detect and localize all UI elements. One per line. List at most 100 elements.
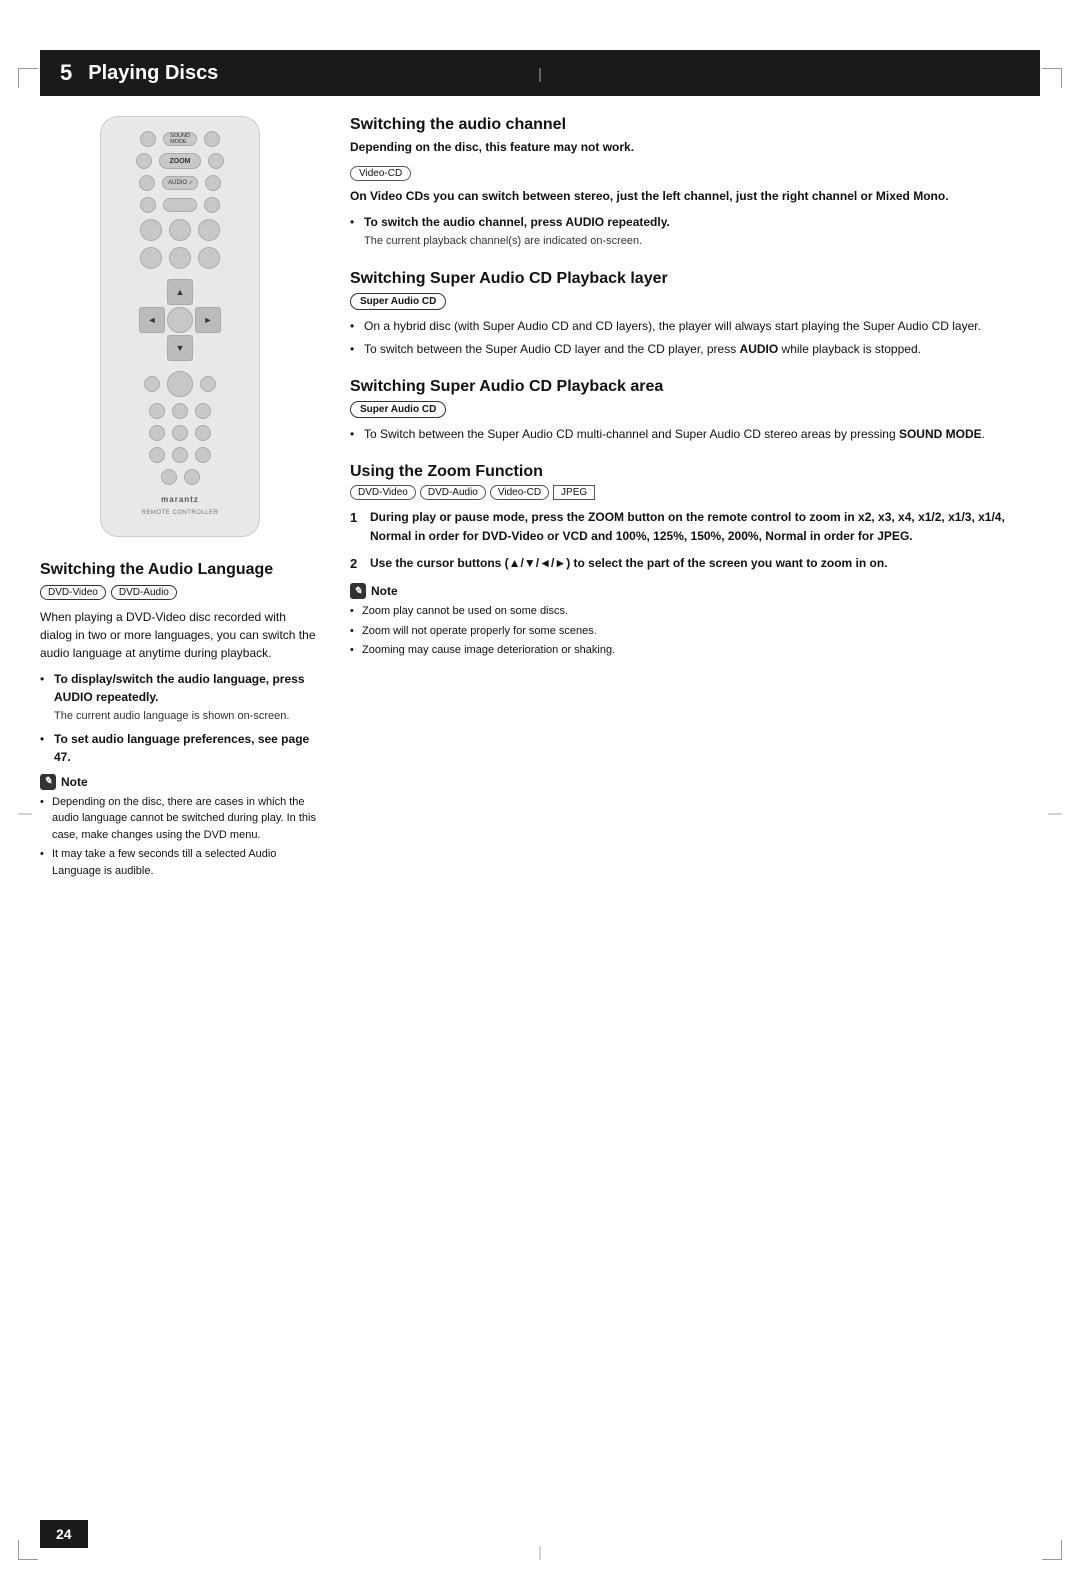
- page-number: 24: [40, 1520, 88, 1548]
- crosshair-bottom: [540, 1546, 541, 1560]
- corner-mark-tr: [1042, 68, 1062, 88]
- remote-btn: [204, 197, 220, 213]
- zoom-btn: ZOOM: [159, 153, 201, 169]
- zoom-note-items: Zoom play cannot be used on some discs. …: [350, 603, 1040, 659]
- audio-language-title: Switching the Audio Language: [40, 561, 320, 579]
- super-audio-layer-bullets: On a hybrid disc (with Super Audio CD an…: [350, 317, 1040, 358]
- super-audio-cd-badge-layer: Super Audio CD: [350, 293, 446, 310]
- zoom-step-2-text: Use the cursor buttons (▲/▼/◄/►) to sele…: [370, 556, 888, 570]
- dpad-center: [167, 307, 193, 333]
- remote-sub-label: REMOTE CONTROLLER: [142, 510, 219, 516]
- audio-language-badges: DVD-Video DVD-Audio: [40, 585, 320, 600]
- section-audio-language: Switching the Audio Language DVD-Video D…: [40, 561, 320, 879]
- remote-illustration: SOUNDMODE ZOOM AUDIO ♪: [40, 116, 320, 537]
- remote-btn: [169, 219, 191, 241]
- zoom-step-1-num: 1: [350, 508, 357, 529]
- corner-mark-tl: [18, 68, 38, 88]
- note-items: Depending on the disc, there are cases i…: [40, 794, 320, 880]
- audio-language-bullet-2: To set audio language preferences, see p…: [40, 730, 320, 766]
- audio-channel-intro-bold: Depending on the disc, this feature may …: [350, 138, 1040, 156]
- chapter-title: Playing Discs: [88, 62, 218, 85]
- zoom-note-header: ✎ Note: [350, 583, 1040, 599]
- zoom-step-2: 2 Use the cursor buttons (▲/▼/◄/►) to se…: [350, 554, 1040, 573]
- section-super-audio-layer: Switching Super Audio CD Playback layer …: [350, 270, 1040, 358]
- section-audio-channel: Switching the audio channel Depending on…: [350, 116, 1040, 250]
- corner-mark-bl: [18, 1540, 38, 1560]
- remote-btn: [161, 469, 177, 485]
- dpad-empty: [195, 335, 221, 361]
- audio-language-bullet-1-strong: To display/switch the audio language, pr…: [54, 672, 305, 704]
- note-item-1: Depending on the disc, there are cases i…: [40, 794, 320, 844]
- audio-language-bullet-1: To display/switch the audio language, pr…: [40, 670, 320, 725]
- remote-btn: [200, 376, 216, 392]
- note-icon: ✎: [40, 774, 56, 790]
- zoom-step-2-num: 2: [350, 554, 357, 575]
- remote-btn: [198, 247, 220, 269]
- super-audio-area-title: Switching Super Audio CD Playback area: [350, 378, 1040, 396]
- super-audio-cd-badge-area: Super Audio CD: [350, 401, 446, 418]
- remote-btn: [195, 447, 211, 463]
- right-column: Switching the audio channel Depending on…: [350, 116, 1040, 899]
- zoom-badge-dvd-audio: DVD-Audio: [420, 485, 486, 500]
- audio-language-intro: When playing a DVD-Video disc recorded w…: [40, 608, 320, 662]
- zoom-note-item-2: Zoom will not operate properly for some …: [350, 623, 1040, 640]
- remote-btn: [167, 371, 193, 397]
- audio-channel-small-note: The current playback channel(s) are indi…: [364, 235, 642, 247]
- sound-mode-btn: SOUNDMODE: [163, 132, 197, 146]
- remote-btn: [140, 131, 156, 147]
- audio-language-note: ✎ Note Depending on the disc, there are …: [40, 774, 320, 880]
- super-audio-area-bullets: To Switch between the Super Audio CD mul…: [350, 425, 1040, 443]
- remote-btn: [139, 175, 155, 191]
- dpad-left: ◄: [139, 307, 165, 333]
- zoom-note-label: Note: [371, 584, 398, 598]
- audio-channel-bullets: To switch the audio channel, press AUDIO…: [350, 213, 1040, 250]
- dpad-empty: [195, 279, 221, 305]
- zoom-step-1: 1 During play or pause mode, press the Z…: [350, 508, 1040, 546]
- remote-btn: [195, 403, 211, 419]
- dpad-up: ▲: [167, 279, 193, 305]
- super-audio-layer-bullet-2: To switch between the Super Audio CD lay…: [350, 340, 1040, 358]
- remote-btn: [144, 376, 160, 392]
- dvd-audio-badge: DVD-Audio: [111, 585, 177, 600]
- audio-language-bullet-1-note: The current audio language is shown on-s…: [54, 710, 289, 722]
- dpad-empty: [139, 335, 165, 361]
- audio-language-bullets: To display/switch the audio language, pr…: [40, 670, 320, 766]
- remote-btn: [198, 219, 220, 241]
- remote-btn: [149, 425, 165, 441]
- remote-btn: [172, 447, 188, 463]
- remote-btn: [140, 219, 162, 241]
- remote-btn: [149, 447, 165, 463]
- left-column: SOUNDMODE ZOOM AUDIO ♪: [40, 116, 320, 899]
- remote-brand: marantz: [161, 495, 199, 504]
- remote-btn: [140, 247, 162, 269]
- zoom-badge-video-cd: Video-CD: [490, 485, 549, 500]
- crosshair-top: [540, 68, 541, 82]
- zoom-numbered-list: 1 During play or pause mode, press the Z…: [350, 508, 1040, 574]
- corner-mark-br: [1042, 1540, 1062, 1560]
- remote-btn: [204, 131, 220, 147]
- audio-channel-body: On Video CDs you can switch between ster…: [350, 187, 1040, 205]
- remote-btn: [205, 175, 221, 191]
- zoom-note: ✎ Note Zoom play cannot be used on some …: [350, 583, 1040, 659]
- remote-btn: [184, 469, 200, 485]
- remote-btn: [208, 153, 224, 169]
- zoom-badge-dvd-video: DVD-Video: [350, 485, 416, 500]
- remote-btn: [172, 425, 188, 441]
- dpad: ▲ ◄ ► ▼: [139, 279, 221, 361]
- audio-channel-title: Switching the audio channel: [350, 116, 1040, 134]
- dpad-empty: [139, 279, 165, 305]
- remote-btn: [172, 403, 188, 419]
- zoom-note-item-3: Zooming may cause image deterioration or…: [350, 642, 1040, 659]
- zoom-badge-jpeg: JPEG: [553, 485, 595, 500]
- super-audio-layer-bullet-1: On a hybrid disc (with Super Audio CD an…: [350, 317, 1040, 335]
- crosshair-right: [1048, 814, 1062, 815]
- remote-btn-rect: [163, 198, 197, 212]
- audio-btn: AUDIO ♪: [162, 176, 198, 190]
- audio-channel-bullet-strong: To switch the audio channel, press AUDIO…: [364, 215, 670, 229]
- video-cd-badge: Video-CD: [350, 166, 411, 181]
- zoom-note-icon: ✎: [350, 583, 366, 599]
- remote-btn: [136, 153, 152, 169]
- note-header: ✎ Note: [40, 774, 320, 790]
- audio-channel-body-text: On Video CDs you can switch between ster…: [350, 189, 949, 203]
- crosshair-left: [18, 814, 32, 815]
